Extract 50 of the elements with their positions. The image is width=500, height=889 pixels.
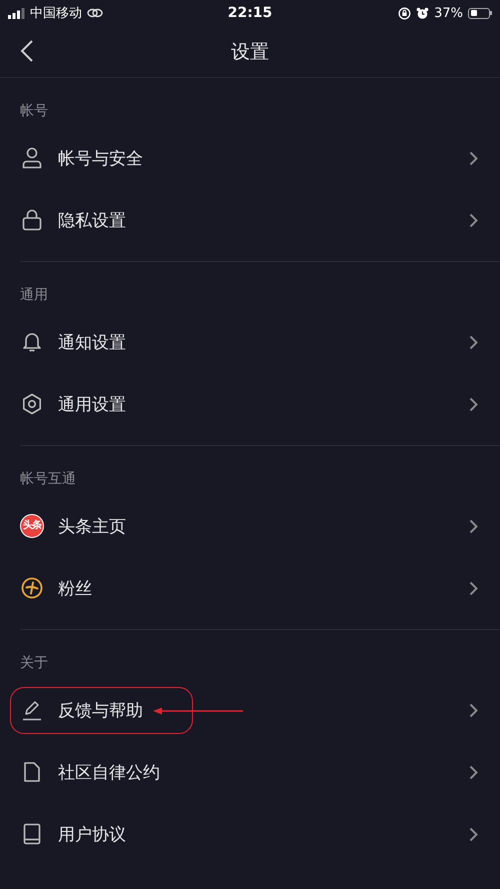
chevron-icon: [469, 212, 478, 228]
row-label: 粉丝: [58, 578, 92, 600]
alarm-icon: [416, 6, 430, 20]
section-header: 关于: [20, 655, 48, 671]
settings-row[interactable]: 反馈与帮助: [0, 679, 500, 741]
settings-row[interactable]: 头条 头条主页: [0, 495, 500, 557]
app-logo-icon: 头条: [20, 514, 44, 538]
row-label: 用户协议: [58, 824, 126, 846]
gear-icon: [21, 393, 43, 415]
settings-row[interactable]: 用户协议: [0, 803, 500, 865]
document-icon: [23, 761, 41, 783]
chevron-icon: [469, 396, 478, 412]
plus-circle-icon: [21, 577, 43, 599]
page-title: 设置: [231, 40, 269, 64]
row-label: 社区自律公约: [58, 762, 160, 784]
bell-icon: [22, 331, 42, 353]
back-icon[interactable]: [20, 39, 34, 63]
settings-row[interactable]: 粉丝: [0, 557, 500, 619]
chevron-icon: [469, 150, 478, 166]
book-icon: [23, 823, 41, 845]
signal-icon: [8, 8, 25, 18]
row-label: 头条主页: [58, 516, 126, 538]
row-label: 通知设置: [58, 332, 126, 354]
link-icon: [87, 8, 103, 18]
chevron-icon: [469, 702, 478, 718]
chevron-icon: [469, 764, 478, 780]
row-label: 通用设置: [58, 394, 126, 416]
row-label: 反馈与帮助: [58, 700, 143, 722]
settings-row[interactable]: 帐号与安全: [0, 127, 500, 189]
chevron-icon: [469, 580, 478, 596]
settings-row[interactable]: 通知设置: [0, 311, 500, 373]
settings-row[interactable]: 通用设置: [0, 373, 500, 435]
battery-percent: 37%: [434, 6, 463, 20]
settings-row[interactable]: 社区自律公约: [0, 741, 500, 803]
section-header: 通用: [20, 287, 48, 303]
pencil-icon: [21, 699, 43, 721]
chevron-icon: [469, 334, 478, 350]
row-label: 隐私设置: [58, 210, 126, 232]
section-header: 帐号互通: [20, 471, 76, 487]
section-header: 帐号: [20, 103, 48, 119]
chevron-icon: [469, 826, 478, 842]
carrier-name: 中国移动: [30, 5, 82, 22]
row-label: 帐号与安全: [58, 148, 143, 170]
rotation-lock-icon: [398, 6, 412, 20]
lock-icon: [22, 209, 42, 231]
person-icon: [22, 147, 42, 169]
settings-row[interactable]: 隐私设置: [0, 189, 500, 251]
clock-time: 22:15: [228, 5, 272, 21]
chevron-icon: [469, 518, 478, 534]
battery-icon: [468, 8, 492, 18]
